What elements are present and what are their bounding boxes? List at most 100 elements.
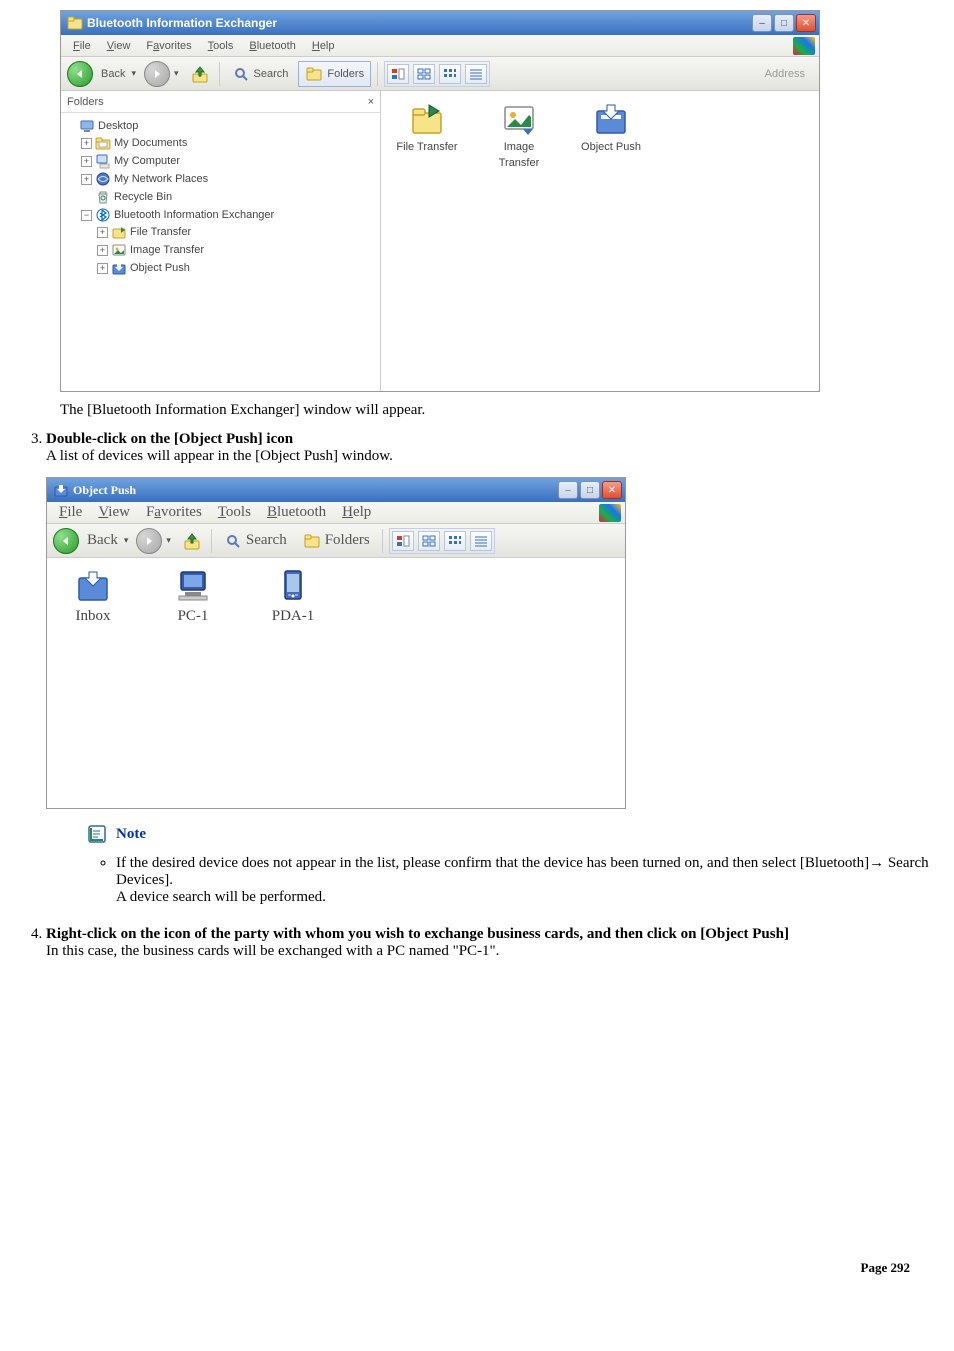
item-object-push[interactable]: Object Push (575, 101, 647, 153)
recycle-icon (95, 189, 111, 205)
tree-bluetooth-exchanger[interactable]: − Bluetooth Information Exchanger (81, 207, 376, 223)
forward-button[interactable] (144, 61, 170, 87)
menu-file[interactable]: File (51, 502, 90, 523)
item-label: PDA-1 (272, 608, 315, 625)
folder-icon (95, 135, 111, 151)
view-thumbnails[interactable] (392, 531, 414, 551)
menu-bluetooth[interactable]: Bluetooth (259, 502, 334, 523)
view-thumbnails[interactable] (387, 64, 409, 84)
forward-dropdown[interactable]: ▾ (174, 68, 179, 79)
expand-icon[interactable]: + (97, 227, 108, 238)
up-button[interactable] (179, 528, 205, 554)
menu-favorites[interactable]: Favorites (138, 38, 199, 54)
note-icon (86, 823, 108, 845)
folders-button[interactable]: Folders (297, 528, 376, 554)
folders-pane-close[interactable]: × (368, 96, 374, 108)
expand-icon[interactable]: + (81, 138, 92, 149)
close-button[interactable]: ✕ (796, 14, 816, 32)
tree-desktop[interactable]: Desktop (65, 118, 376, 134)
app-icon (53, 482, 69, 498)
maximize-button[interactable]: □ (580, 481, 600, 499)
titlebar[interactable]: Bluetooth Information Exchanger – □ ✕ (61, 11, 819, 35)
tree-image-transfer[interactable]: + Image Transfer (97, 242, 376, 258)
tree-my-documents[interactable]: + My Documents (81, 135, 376, 151)
step-3: Double-click on the [Object Push] icon A… (46, 431, 934, 906)
bluetooth-icon (95, 207, 111, 223)
collapse-icon[interactable]: − (81, 210, 92, 221)
item-inbox[interactable]: Inbox (57, 568, 129, 625)
object-push-icon (593, 101, 629, 137)
titlebar[interactable]: Object Push – □ ✕ (47, 478, 625, 502)
tree-my-network-places[interactable]: + My Network Places (81, 171, 376, 187)
folders-button[interactable]: Folders (298, 61, 371, 87)
app-icon (67, 15, 83, 31)
expand-icon[interactable]: + (81, 174, 92, 185)
close-button[interactable]: ✕ (602, 481, 622, 499)
menu-help[interactable]: Help (304, 38, 343, 54)
file-transfer-icon (111, 224, 127, 240)
item-pda-1[interactable]: PDA-1 (257, 568, 329, 625)
folders-pane-title: Folders (67, 96, 104, 108)
search-button[interactable]: Search (218, 528, 293, 554)
item-label-line2: Transfer (499, 157, 540, 169)
menu-view[interactable]: View (90, 502, 138, 523)
search-label: Search (246, 532, 287, 549)
note-label: Note (116, 826, 146, 843)
expand-icon[interactable]: + (97, 245, 108, 256)
menu-favorites[interactable]: Favorites (138, 502, 210, 523)
twisty-none (65, 121, 76, 132)
item-label: Inbox (76, 608, 111, 625)
pda-icon (275, 568, 311, 604)
network-icon (95, 171, 111, 187)
image-transfer-icon (501, 101, 537, 137)
maximize-button[interactable]: □ (774, 14, 794, 32)
search-button[interactable]: Search (226, 61, 295, 87)
tree-object-push[interactable]: + Object Push (97, 260, 376, 276)
menu-tools[interactable]: Tools (210, 502, 259, 523)
view-icons[interactable] (444, 531, 466, 551)
item-label-line1: Image (504, 141, 535, 153)
up-button[interactable] (187, 61, 213, 87)
item-image-transfer[interactable]: Image Transfer (483, 101, 555, 169)
view-tiles[interactable] (418, 531, 440, 551)
view-tiles[interactable] (413, 64, 435, 84)
view-buttons (384, 61, 490, 87)
back-dropdown[interactable]: ▾ (124, 535, 129, 546)
toolbar: Back ▾ ▾ Search Folders (61, 57, 819, 91)
search-icon (232, 65, 250, 83)
view-buttons (389, 528, 495, 554)
caption-text: The [Bluetooth Information Exchanger] wi… (60, 402, 934, 419)
back-label: Back (101, 68, 125, 80)
forward-dropdown[interactable]: ▾ (166, 535, 171, 546)
bluetooth-exchanger-window: Bluetooth Information Exchanger – □ ✕ Fi… (60, 10, 820, 392)
windows-flag-icon (793, 37, 815, 55)
minimize-button[interactable]: – (558, 481, 578, 499)
folders-label: Folders (327, 68, 364, 80)
back-button[interactable] (53, 528, 79, 554)
view-icons[interactable] (439, 64, 461, 84)
back-button[interactable] (67, 61, 93, 87)
item-pc-1[interactable]: PC-1 (157, 568, 229, 625)
tree-file-transfer[interactable]: + File Transfer (97, 224, 376, 240)
menu-view[interactable]: View (99, 38, 139, 54)
menu-bluetooth[interactable]: Bluetooth (241, 38, 304, 54)
twisty-none (81, 192, 92, 203)
search-label: Search (254, 68, 289, 80)
view-list[interactable] (470, 531, 492, 551)
expand-icon[interactable]: + (97, 263, 108, 274)
expand-icon[interactable]: + (81, 156, 92, 167)
back-dropdown[interactable]: ▾ (131, 68, 136, 79)
toolbar: Back ▾ ▾ Search Folders (47, 524, 625, 558)
view-list[interactable] (465, 64, 487, 84)
menu-help[interactable]: Help (334, 502, 379, 523)
menu-tools[interactable]: Tools (200, 38, 242, 54)
forward-button[interactable] (136, 528, 162, 554)
object-push-window: Object Push – □ ✕ File View Favorites To… (46, 477, 626, 809)
tree-recycle-bin[interactable]: Recycle Bin (81, 189, 376, 205)
item-file-transfer[interactable]: File Transfer (391, 101, 463, 153)
folders-icon (303, 532, 321, 550)
menu-file[interactable]: File (65, 38, 99, 54)
minimize-button[interactable]: – (752, 14, 772, 32)
tree-my-computer[interactable]: + My Computer (81, 153, 376, 169)
step-4-title: Right-click on the icon of the party wit… (46, 926, 789, 942)
